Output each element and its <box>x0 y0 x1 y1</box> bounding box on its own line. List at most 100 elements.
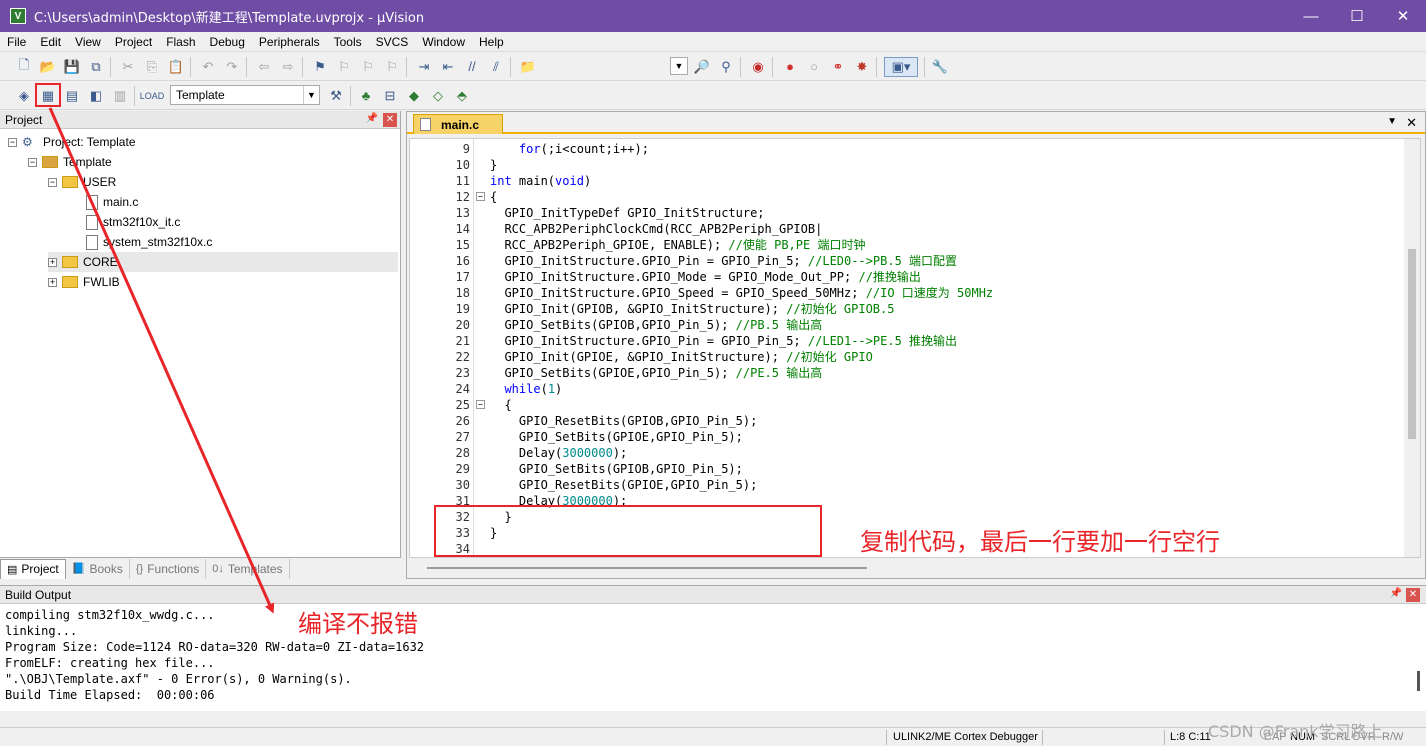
comment-icon[interactable]: // <box>462 57 482 77</box>
title-bar: V C:\Users\admin\Desktop\新建工程\Template.u… <box>0 0 1426 32</box>
collapse-icon[interactable]: − <box>28 157 37 167</box>
tab-label: Functions <box>147 561 200 576</box>
tree-file-main[interactable]: main.c <box>86 192 138 212</box>
insert-breakpoint-icon[interactable]: ● <box>780 57 800 77</box>
download-icon[interactable]: LOAD <box>140 86 165 106</box>
disable-breakpoints-icon[interactable]: ⚭ <box>828 57 848 77</box>
tab-list-dropdown-icon[interactable]: ▼ <box>1387 116 1397 127</box>
close-icon[interactable]: ✕ <box>1406 588 1420 602</box>
start-debug-icon[interactable]: ◉ <box>748 57 768 77</box>
horizontal-scrollbar[interactable] <box>427 567 867 569</box>
pack-installer-icon[interactable]: ◇ <box>428 86 448 106</box>
status-rw: R/W <box>1382 731 1404 743</box>
menu-tools[interactable]: Tools <box>327 35 369 49</box>
redo-icon[interactable]: ↷ <box>222 57 242 77</box>
line-number: 16 <box>455 254 470 268</box>
options-for-target-icon[interactable]: ⚒ <box>326 86 346 106</box>
tree-folder-label: USER <box>83 175 117 189</box>
nav-back-icon[interactable]: ⇦ <box>254 57 274 77</box>
close-icon[interactable]: ✕ <box>383 113 397 127</box>
find-icon[interactable]: 🔎 <box>692 57 712 77</box>
open-file-icon[interactable]: 📂 <box>38 57 58 77</box>
prev-bookmark-icon[interactable]: ⚐ <box>334 57 354 77</box>
code-text: GPIO_InitStructure.GPIO_Speed = GPIO_Spe… <box>490 285 993 301</box>
save-icon[interactable]: 💾 <box>62 57 82 77</box>
menu-flash[interactable]: Flash <box>159 35 202 49</box>
find-combo-dropdown[interactable]: ▼ <box>670 57 688 75</box>
code-editor[interactable]: 9 for(;i<count;i++); 10} 11 int main(void) 1… <box>409 138 1421 558</box>
incremental-find-icon[interactable]: ⚲ <box>716 57 736 77</box>
folder-icon <box>62 276 78 288</box>
stop-build-icon[interactable]: ▥ <box>110 86 130 106</box>
pin-icon[interactable]: 📌 <box>1390 588 1402 599</box>
project-icon: ⚙ <box>22 135 33 149</box>
menu-project[interactable]: Project <box>108 35 159 49</box>
minimize-button[interactable]: — <box>1288 0 1334 32</box>
line-number: 14 <box>455 222 470 236</box>
tree-target[interactable]: − Template <box>28 152 112 172</box>
window-layout-icon[interactable]: ▣▾ <box>884 56 918 77</box>
tree-file-system[interactable]: system_stm32f10x.c <box>86 232 212 252</box>
menu-debug[interactable]: Debug <box>203 35 252 49</box>
menu-peripherals[interactable]: Peripherals <box>252 35 327 49</box>
tree-folder-fwlib[interactable]: + FWLIB <box>48 272 120 292</box>
paste-icon[interactable]: 📋 <box>166 57 186 77</box>
select-packs-icon[interactable]: ⊟ <box>380 86 400 106</box>
close-tab-icon[interactable]: ✕ <box>1406 115 1417 131</box>
collapse-icon[interactable]: − <box>8 137 17 147</box>
nav-forward-icon[interactable]: ⇨ <box>278 57 298 77</box>
tab-main-c[interactable]: main.c <box>413 114 503 134</box>
expand-icon[interactable]: + <box>48 257 57 267</box>
tree-file-it[interactable]: stm32f10x_it.c <box>86 212 180 232</box>
expand-icon[interactable]: + <box>48 277 57 287</box>
translate-icon[interactable]: ◈ <box>14 86 34 106</box>
code-line: 10} <box>410 157 1410 173</box>
target-select[interactable]: Template ▼ <box>170 85 320 105</box>
clear-bookmarks-icon[interactable]: ⚐ <box>382 57 402 77</box>
bookmark-icon[interactable]: ⚑ <box>310 57 330 77</box>
tree-folder-user[interactable]: − USER <box>48 172 116 192</box>
tree-folder-core[interactable]: + CORE <box>48 252 398 272</box>
kill-breakpoints-icon[interactable]: ✸ <box>852 57 872 77</box>
code-token: GPIO_Init(GPIOE, &GPIO_InitStructure); <box>490 350 787 364</box>
tab-books[interactable]: 📘 Books <box>66 558 130 579</box>
run-time-environment-icon[interactable]: ◆ <box>404 86 424 106</box>
tree-root[interactable]: − ⚙ Project: Template <box>8 132 136 152</box>
undo-icon[interactable]: ↶ <box>198 57 218 77</box>
fold-toggle-icon[interactable]: − <box>476 192 485 201</box>
unindent-icon[interactable]: ⇤ <box>438 57 458 77</box>
configure-icon[interactable]: 🔧 <box>930 57 950 77</box>
collapse-icon[interactable]: − <box>48 177 57 187</box>
find-in-files-icon[interactable]: 📁 <box>518 57 538 77</box>
cut-icon[interactable]: ✂ <box>118 57 138 77</box>
target-folder-icon <box>42 156 58 168</box>
close-window-button[interactable]: ✕ <box>1380 0 1426 32</box>
new-file-icon[interactable]: 🗋 <box>14 57 34 77</box>
maximize-button[interactable]: ☐ <box>1334 0 1380 32</box>
enable-breakpoint-icon[interactable]: ○ <box>804 57 824 77</box>
indent-icon[interactable]: ⇥ <box>414 57 434 77</box>
manage-components-icon[interactable]: ♣ <box>356 86 376 106</box>
batch-build-icon[interactable]: ◧ <box>86 86 106 106</box>
pin-icon[interactable]: 📌 <box>366 113 378 124</box>
menu-file[interactable]: File <box>0 35 33 49</box>
menu-help[interactable]: Help <box>472 35 511 49</box>
code-token: GPIO_InitStructure.GPIO_Pin = GPIO_Pin_5… <box>490 334 808 348</box>
menu-edit[interactable]: Edit <box>33 35 68 49</box>
uncomment-icon[interactable]: ⫽ <box>486 57 506 77</box>
rebuild-icon[interactable]: ▤ <box>62 86 82 106</box>
tab-project[interactable]: ▤ Project <box>0 558 66 579</box>
tab-templates[interactable]: 0↓ Templates <box>206 558 290 579</box>
menu-view[interactable]: View <box>68 35 108 49</box>
fold-toggle-icon[interactable]: − <box>476 400 485 409</box>
save-all-icon[interactable]: ⧉ <box>86 57 106 77</box>
menu-svcs[interactable]: SVCS <box>369 35 416 49</box>
line-number: 13 <box>455 206 470 220</box>
tab-functions[interactable]: {} Functions <box>130 558 207 579</box>
next-bookmark-icon[interactable]: ⚐ <box>358 57 378 77</box>
device-database-icon[interactable]: ⬘ <box>452 86 472 106</box>
build-output-scrollbar[interactable] <box>1417 671 1420 691</box>
copy-icon[interactable]: ⎘ <box>142 57 162 77</box>
line-number: 21 <box>455 334 470 348</box>
menu-window[interactable]: Window <box>415 35 472 49</box>
